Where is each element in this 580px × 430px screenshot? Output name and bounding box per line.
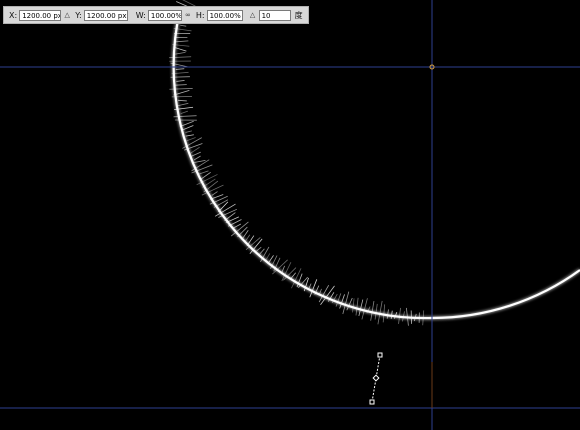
triangle-delta-icon[interactable]: △ [63, 10, 71, 20]
y-label: Y: [75, 10, 82, 20]
rotation-angle-icon: △ [249, 11, 256, 19]
transform-handle-bottom[interactable] [369, 399, 375, 405]
x-position-field[interactable]: 1200.00 px [19, 9, 62, 21]
w-label: W: [135, 10, 146, 20]
transform-handle-top[interactable] [377, 352, 383, 358]
h-label: H: [195, 10, 205, 20]
width-field[interactable]: 100.00% [147, 9, 182, 21]
x-label: X: [9, 10, 18, 20]
height-field[interactable]: 100.00% [206, 9, 243, 21]
sparkle-spike [174, 84, 187, 86]
angle-unit-label: 度 [294, 10, 303, 20]
transform-options-bar: X: 1200.00 px △ Y: 1200.00 px W: 100.00%… [3, 6, 309, 24]
y-position-field[interactable]: 1200.00 px [83, 9, 128, 21]
angle-field[interactable]: 10 [258, 9, 291, 21]
document-canvas[interactable] [0, 0, 580, 430]
canvas-background [0, 0, 580, 430]
chain-link-icon[interactable]: ∞ [184, 10, 192, 20]
